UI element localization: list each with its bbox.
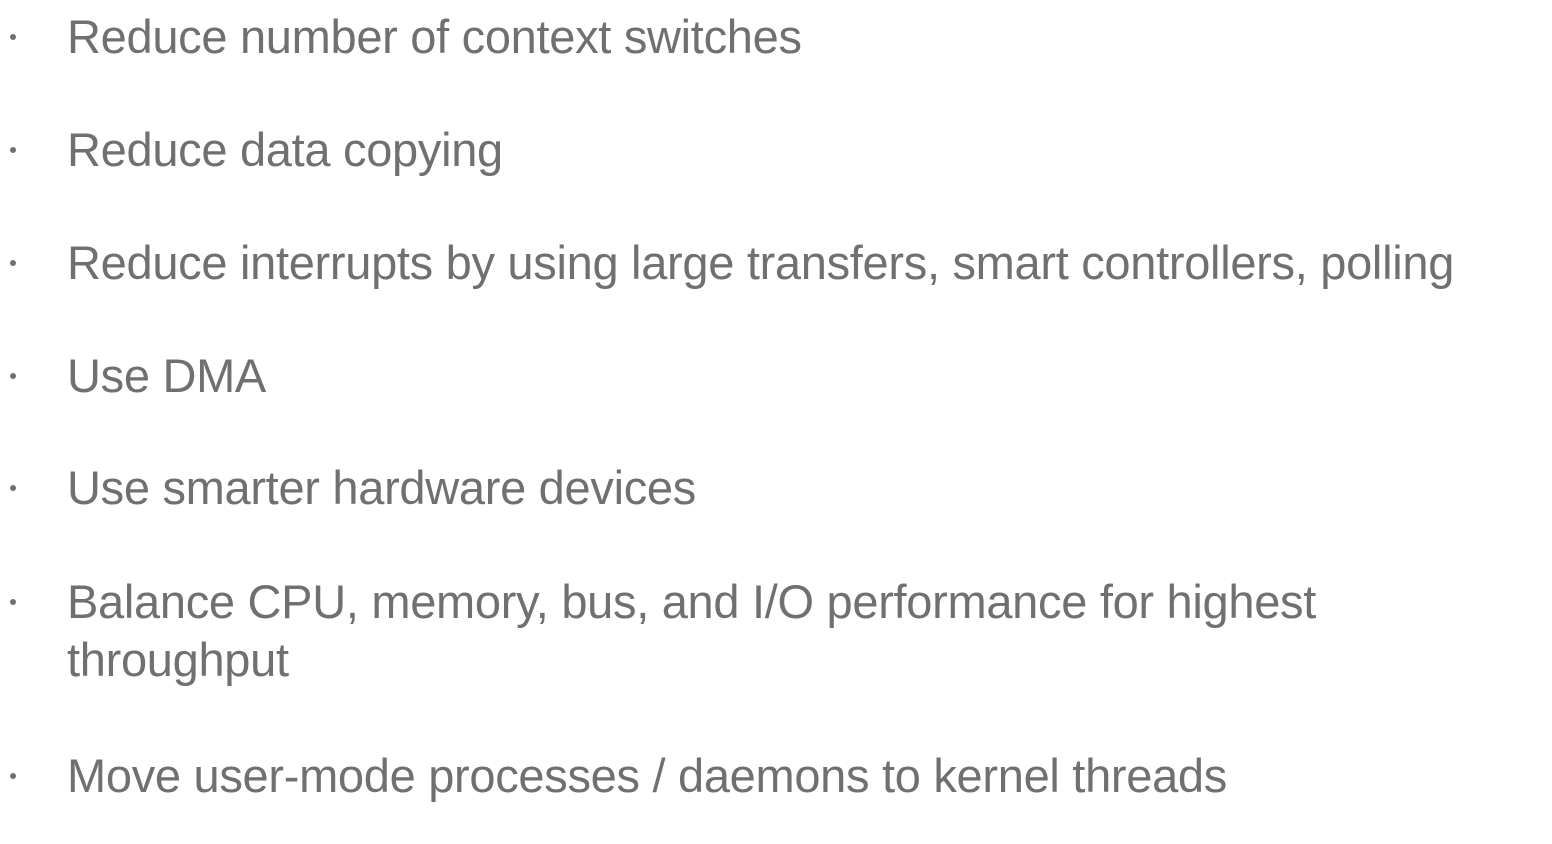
bullet-icon: [10, 260, 16, 266]
bullet-icon: [10, 34, 16, 40]
bullet-text: Use DMA: [67, 349, 266, 402]
bullet-text: Balance CPU, memory, bus, and I/O perfor…: [67, 575, 1316, 686]
bullet-icon: [10, 373, 16, 379]
slide: Reduce number of context switches Reduce…: [0, 0, 1552, 844]
bullet-icon: [10, 773, 16, 779]
bullet-icon: [10, 599, 16, 605]
bullet-text: Reduce number of context switches: [67, 10, 802, 63]
bullet-text: Reduce data copying: [67, 123, 503, 176]
bullet-text: Move user-mode processes / daemons to ke…: [67, 749, 1227, 802]
bullet-icon: [10, 147, 16, 153]
bullet-text: Use smarter hardware devices: [67, 461, 696, 514]
bullet-text: Reduce interrupts by using large transfe…: [67, 236, 1455, 289]
bullet-icon: [10, 485, 16, 491]
